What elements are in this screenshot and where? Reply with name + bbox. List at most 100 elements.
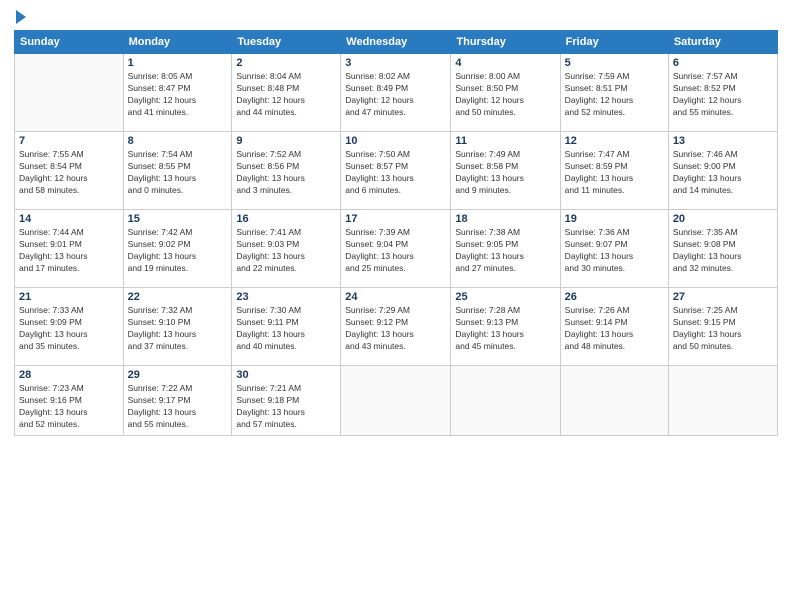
- calendar-cell: 6 Sunrise: 7:57 AM Sunset: 8:52 PM Daylig…: [668, 54, 777, 132]
- calendar-cell: 17Sunrise: 7:39 AM Sunset: 9:04 PM Dayli…: [341, 210, 451, 288]
- calendar-cell: 19 Sunrise: 7:36 AM Sunset: 9:07 PM Dayli…: [560, 210, 668, 288]
- day-number: 6: [673, 57, 773, 69]
- day-info: Sunrise: 7:33 AM Sunset: 9:09 PM Dayligh…: [19, 305, 119, 353]
- day-info: Sunrise: 7:25 AM Sunset: 9:15 PM Dayligh…: [673, 305, 773, 353]
- logo-text: [14, 10, 26, 24]
- calendar-cell: 30 Sunrise: 7:21 AM Sunset: 9:18 PM Dayli…: [232, 366, 341, 436]
- day-number: 18: [455, 213, 555, 225]
- calendar-cell: [560, 366, 668, 436]
- calendar-cell: [15, 54, 124, 132]
- calendar-week-row: 28Sunrise: 7:23 AM Sunset: 9:16 PM Dayli…: [15, 366, 778, 436]
- day-info: Sunrise: 8:05 AM Sunset: 8:47 PM Dayligh…: [128, 71, 228, 119]
- day-info: Sunrise: 7:57 AM Sunset: 8:52 PM Dayligh…: [673, 71, 773, 119]
- day-info: Sunrise: 7:55 AM Sunset: 8:54 PM Dayligh…: [19, 149, 119, 197]
- day-number: 27: [673, 291, 773, 303]
- day-number: 22: [128, 291, 228, 303]
- day-number: 20: [673, 213, 773, 225]
- day-info: Sunrise: 7:26 AM Sunset: 9:14 PM Dayligh…: [565, 305, 664, 353]
- day-number: 5: [565, 57, 664, 69]
- calendar-cell: 29Sunrise: 7:22 AM Sunset: 9:17 PM Dayli…: [123, 366, 232, 436]
- day-number: 4: [455, 57, 555, 69]
- calendar-week-row: 21 Sunrise: 7:33 AM Sunset: 9:09 PM Dayli…: [15, 288, 778, 366]
- calendar-cell: 26 Sunrise: 7:26 AM Sunset: 9:14 PM Dayli…: [560, 288, 668, 366]
- day-info: Sunrise: 7:52 AM Sunset: 8:56 PM Dayligh…: [236, 149, 336, 197]
- calendar-cell: 3 Sunrise: 8:02 AM Sunset: 8:49 PM Daylig…: [341, 54, 451, 132]
- day-number: 21: [19, 291, 119, 303]
- day-info: Sunrise: 7:36 AM Sunset: 9:07 PM Dayligh…: [565, 227, 664, 275]
- calendar-cell: 28Sunrise: 7:23 AM Sunset: 9:16 PM Dayli…: [15, 366, 124, 436]
- calendar-cell: 8 Sunrise: 7:54 AM Sunset: 8:55 PM Daylig…: [123, 132, 232, 210]
- calendar-cell: 24 Sunrise: 7:29 AM Sunset: 9:12 PM Dayli…: [341, 288, 451, 366]
- calendar-cell: 16 Sunrise: 7:41 AM Sunset: 9:03 PM Dayli…: [232, 210, 341, 288]
- day-info: Sunrise: 7:23 AM Sunset: 9:16 PM Dayligh…: [19, 383, 119, 431]
- day-number: 12: [565, 135, 664, 147]
- header: [14, 10, 778, 24]
- day-info: Sunrise: 8:02 AM Sunset: 8:49 PM Dayligh…: [345, 71, 446, 119]
- day-info: Sunrise: 8:00 AM Sunset: 8:50 PM Dayligh…: [455, 71, 555, 119]
- day-number: 13: [673, 135, 773, 147]
- day-info: Sunrise: 7:30 AM Sunset: 9:11 PM Dayligh…: [236, 305, 336, 353]
- weekday-header-thursday: Thursday: [451, 31, 560, 54]
- calendar-cell: 12Sunrise: 7:47 AM Sunset: 8:59 PM Dayli…: [560, 132, 668, 210]
- calendar-cell: 14 Sunrise: 7:44 AM Sunset: 9:01 PM Dayli…: [15, 210, 124, 288]
- weekday-header-saturday: Saturday: [668, 31, 777, 54]
- calendar-week-row: 7Sunrise: 7:55 AM Sunset: 8:54 PM Daylig…: [15, 132, 778, 210]
- weekday-header-friday: Friday: [560, 31, 668, 54]
- day-number: 11: [455, 135, 555, 147]
- calendar-cell: 5 Sunrise: 7:59 AM Sunset: 8:51 PM Daylig…: [560, 54, 668, 132]
- day-number: 19: [565, 213, 664, 225]
- weekday-header-monday: Monday: [123, 31, 232, 54]
- day-info: Sunrise: 7:54 AM Sunset: 8:55 PM Dayligh…: [128, 149, 228, 197]
- day-info: Sunrise: 7:28 AM Sunset: 9:13 PM Dayligh…: [455, 305, 555, 353]
- calendar-cell: [668, 366, 777, 436]
- day-number: 30: [236, 369, 336, 381]
- day-info: Sunrise: 7:41 AM Sunset: 9:03 PM Dayligh…: [236, 227, 336, 275]
- weekday-header-sunday: Sunday: [15, 31, 124, 54]
- calendar-table: SundayMondayTuesdayWednesdayThursdayFrid…: [14, 30, 778, 436]
- day-number: 26: [565, 291, 664, 303]
- day-info: Sunrise: 7:22 AM Sunset: 9:17 PM Dayligh…: [128, 383, 228, 431]
- day-info: Sunrise: 7:32 AM Sunset: 9:10 PM Dayligh…: [128, 305, 228, 353]
- day-number: 10: [345, 135, 446, 147]
- day-info: Sunrise: 7:50 AM Sunset: 8:57 PM Dayligh…: [345, 149, 446, 197]
- day-number: 23: [236, 291, 336, 303]
- day-info: Sunrise: 8:04 AM Sunset: 8:48 PM Dayligh…: [236, 71, 336, 119]
- calendar-cell: 2 Sunrise: 8:04 AM Sunset: 8:48 PM Daylig…: [232, 54, 341, 132]
- day-number: 17: [345, 213, 446, 225]
- calendar-cell: 1Sunrise: 8:05 AM Sunset: 8:47 PM Daylig…: [123, 54, 232, 132]
- day-number: 3: [345, 57, 446, 69]
- calendar-cell: 23 Sunrise: 7:30 AM Sunset: 9:11 PM Dayli…: [232, 288, 341, 366]
- page: SundayMondayTuesdayWednesdayThursdayFrid…: [0, 0, 792, 612]
- calendar-cell: 18 Sunrise: 7:38 AM Sunset: 9:05 PM Dayli…: [451, 210, 560, 288]
- calendar-header-row: SundayMondayTuesdayWednesdayThursdayFrid…: [15, 31, 778, 54]
- weekday-header-wednesday: Wednesday: [341, 31, 451, 54]
- day-info: Sunrise: 7:49 AM Sunset: 8:58 PM Dayligh…: [455, 149, 555, 197]
- calendar-cell: 22 Sunrise: 7:32 AM Sunset: 9:10 PM Dayli…: [123, 288, 232, 366]
- day-number: 16: [236, 213, 336, 225]
- day-number: 15: [128, 213, 228, 225]
- day-info: Sunrise: 7:38 AM Sunset: 9:05 PM Dayligh…: [455, 227, 555, 275]
- day-number: 24: [345, 291, 446, 303]
- calendar-cell: 20 Sunrise: 7:35 AM Sunset: 9:08 PM Dayli…: [668, 210, 777, 288]
- day-number: 9: [236, 135, 336, 147]
- calendar-cell: [451, 366, 560, 436]
- day-info: Sunrise: 7:46 AM Sunset: 9:00 PM Dayligh…: [673, 149, 773, 197]
- calendar-cell: 9 Sunrise: 7:52 AM Sunset: 8:56 PM Daylig…: [232, 132, 341, 210]
- day-info: Sunrise: 7:35 AM Sunset: 9:08 PM Dayligh…: [673, 227, 773, 275]
- day-info: Sunrise: 7:21 AM Sunset: 9:18 PM Dayligh…: [236, 383, 336, 431]
- day-info: Sunrise: 7:29 AM Sunset: 9:12 PM Dayligh…: [345, 305, 446, 353]
- day-number: 25: [455, 291, 555, 303]
- calendar-cell: 13 Sunrise: 7:46 AM Sunset: 9:00 PM Dayli…: [668, 132, 777, 210]
- calendar-week-row: 14 Sunrise: 7:44 AM Sunset: 9:01 PM Dayli…: [15, 210, 778, 288]
- calendar-cell: 25 Sunrise: 7:28 AM Sunset: 9:13 PM Dayli…: [451, 288, 560, 366]
- calendar-cell: 27 Sunrise: 7:25 AM Sunset: 9:15 PM Dayli…: [668, 288, 777, 366]
- day-info: Sunrise: 7:44 AM Sunset: 9:01 PM Dayligh…: [19, 227, 119, 275]
- day-number: 2: [236, 57, 336, 69]
- calendar-cell: 10 Sunrise: 7:50 AM Sunset: 8:57 PM Dayli…: [341, 132, 451, 210]
- day-info: Sunrise: 7:59 AM Sunset: 8:51 PM Dayligh…: [565, 71, 664, 119]
- day-number: 14: [19, 213, 119, 225]
- logo-arrow-icon: [16, 10, 26, 24]
- day-number: 8: [128, 135, 228, 147]
- logo: [14, 10, 26, 24]
- calendar-cell: 15Sunrise: 7:42 AM Sunset: 9:02 PM Dayli…: [123, 210, 232, 288]
